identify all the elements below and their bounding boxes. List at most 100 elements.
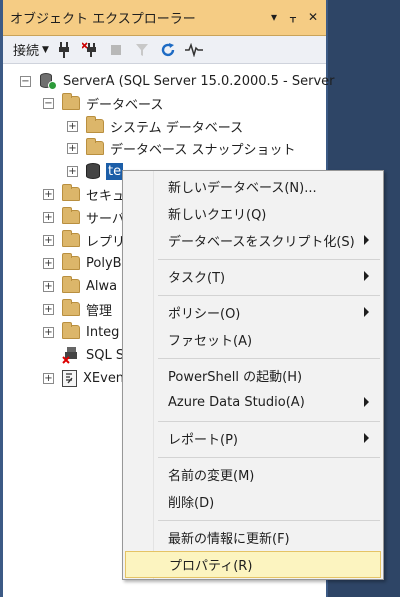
menu-item-label: 削除(D) bbox=[168, 496, 215, 511]
selected-db-label: te bbox=[106, 162, 124, 180]
tree-node-selected-db[interactable]: + te bbox=[67, 160, 124, 182]
folder-icon bbox=[62, 253, 80, 270]
tree-node-server-objects[interactable]: + サーバ bbox=[43, 206, 125, 228]
menu-item-label: Azure Data Studio(A) bbox=[168, 395, 305, 410]
chevron-down-icon: ▼ bbox=[42, 44, 49, 55]
menu-separator bbox=[158, 520, 380, 521]
menu-item-label: 最新の情報に更新(F) bbox=[168, 532, 290, 547]
menu-item-label: 新しいデータベース(N)... bbox=[168, 181, 317, 196]
databases-label: データベース bbox=[86, 97, 164, 113]
menu-separator bbox=[158, 358, 380, 359]
menu-item-properties[interactable]: プロパティ(R) bbox=[125, 551, 381, 578]
folder-icon bbox=[62, 299, 80, 316]
menu-item-policies[interactable]: ポリシー(O) bbox=[125, 299, 381, 326]
expand-icon[interactable]: + bbox=[67, 120, 78, 132]
expand-icon[interactable]: + bbox=[67, 142, 78, 154]
submenu-arrow-icon bbox=[364, 271, 369, 281]
security-label: セキュ bbox=[86, 188, 126, 204]
expand-icon[interactable]: + bbox=[43, 257, 54, 269]
menu-item-azure-data-studio[interactable]: Azure Data Studio(A) bbox=[125, 389, 381, 416]
dropdown-icon[interactable]: ▾ bbox=[265, 8, 283, 26]
menu-item-label: ファセット(A) bbox=[168, 334, 253, 349]
folder-icon bbox=[86, 138, 104, 155]
pin-icon[interactable]: ᚁ bbox=[284, 8, 302, 26]
system-db-label: システム データベース bbox=[110, 120, 244, 136]
connect-button[interactable]: 接続 ▼ bbox=[13, 40, 49, 59]
tree-node-databases[interactable]: − データベース bbox=[43, 92, 163, 114]
collapse-icon[interactable]: − bbox=[43, 97, 54, 109]
server-label: ServerA (SQL Server 15.0.2000.5 - Server bbox=[63, 73, 335, 89]
folder-icon bbox=[62, 322, 80, 339]
tree-node-sql-agent[interactable]: SQL S bbox=[62, 344, 124, 366]
menu-item-powershell[interactable]: PowerShell の起動(H) bbox=[125, 362, 381, 389]
integration-label: Integ bbox=[86, 324, 120, 340]
sql-agent-label: SQL S bbox=[86, 347, 125, 363]
menu-item-facets[interactable]: ファセット(A) bbox=[125, 326, 381, 353]
menu-separator bbox=[158, 295, 380, 296]
expand-icon[interactable]: + bbox=[43, 280, 54, 292]
expand-icon[interactable]: + bbox=[43, 326, 54, 338]
menu-item-rename[interactable]: 名前の変更(M) bbox=[125, 461, 381, 488]
context-menu: 新しいデータベース(N)... 新しいクエリ(Q) データベースをスクリプト化(… bbox=[122, 170, 384, 580]
close-icon[interactable]: ✕ bbox=[304, 8, 322, 26]
menu-item-reports[interactable]: レポート(P) bbox=[125, 425, 381, 452]
connect-label: 接続 bbox=[13, 44, 40, 59]
submenu-arrow-icon bbox=[364, 397, 369, 407]
folder-icon bbox=[62, 184, 80, 201]
tree-node-polybase[interactable]: + PolyB bbox=[43, 252, 122, 274]
tree-node-security[interactable]: + セキュ bbox=[43, 183, 125, 205]
tree-node-snapshots[interactable]: + データベース スナップショット bbox=[67, 137, 295, 159]
tree-node-server[interactable]: − ServerA (SQL Server 15.0.2000.5 - Serv… bbox=[20, 70, 335, 92]
submenu-arrow-icon bbox=[364, 307, 369, 317]
activity-icon[interactable] bbox=[183, 39, 205, 61]
management-label: 管理 bbox=[86, 303, 113, 319]
expand-icon[interactable]: + bbox=[43, 303, 54, 315]
menu-item-label: 新しいクエリ(Q) bbox=[168, 208, 267, 223]
polybase-label: PolyB bbox=[86, 255, 122, 271]
menu-item-script-database[interactable]: データベースをスクリプト化(S) bbox=[125, 227, 381, 254]
tree-node-system-databases[interactable]: + システム データベース bbox=[67, 115, 243, 137]
tree-node-integration[interactable]: + Integ bbox=[43, 321, 119, 343]
menu-item-new-query[interactable]: 新しいクエリ(Q) bbox=[125, 200, 381, 227]
tree-node-management[interactable]: + 管理 bbox=[43, 298, 112, 320]
expand-icon[interactable]: + bbox=[43, 234, 54, 246]
menu-item-label: タスク(T) bbox=[168, 271, 226, 286]
expand-icon[interactable]: + bbox=[43, 188, 54, 200]
xevent-label: XEven bbox=[83, 370, 125, 386]
menu-item-label: データベースをスクリプト化(S) bbox=[168, 235, 355, 250]
stop-icon[interactable] bbox=[105, 39, 127, 61]
snapshots-label: データベース スナップショット bbox=[110, 142, 296, 158]
expand-icon[interactable]: + bbox=[43, 372, 54, 384]
menu-item-label: プロパティ(R) bbox=[169, 559, 253, 574]
plug-icon[interactable] bbox=[53, 39, 75, 61]
sql-agent-icon bbox=[62, 346, 80, 364]
menu-separator bbox=[158, 457, 380, 458]
disconnect-icon[interactable] bbox=[79, 39, 101, 61]
toolbar: 接続 ▼ bbox=[3, 36, 326, 64]
expand-icon[interactable]: + bbox=[67, 165, 78, 177]
menu-item-label: レポート(P) bbox=[168, 433, 238, 448]
menu-item-delete[interactable]: 削除(D) bbox=[125, 488, 381, 515]
menu-item-tasks[interactable]: タスク(T) bbox=[125, 263, 381, 290]
menu-item-label: ポリシー(O) bbox=[168, 307, 241, 322]
folder-icon bbox=[62, 230, 80, 247]
menu-item-label: PowerShell の起動(H) bbox=[168, 370, 303, 385]
expand-icon[interactable]: + bbox=[43, 211, 54, 223]
tree-node-always-on[interactable]: + Alwa bbox=[43, 275, 117, 297]
collapse-icon[interactable]: − bbox=[20, 75, 31, 87]
refresh-icon[interactable] bbox=[157, 39, 179, 61]
folder-icon bbox=[62, 276, 80, 293]
tree-node-replication[interactable]: + レプリ bbox=[43, 229, 125, 251]
filter-icon[interactable] bbox=[131, 39, 153, 61]
menu-item-label: 名前の変更(M) bbox=[168, 469, 255, 484]
database-icon bbox=[86, 163, 100, 179]
menu-separator bbox=[158, 259, 380, 260]
tree-node-xevent[interactable]: + XEven bbox=[43, 367, 124, 389]
menu-item-refresh[interactable]: 最新の情報に更新(F) bbox=[125, 524, 381, 551]
panel-title-bar: オブジェクト エクスプローラー ▾ ᚁ ✕ bbox=[3, 0, 326, 36]
folder-icon bbox=[62, 207, 80, 224]
always-on-label: Alwa bbox=[86, 278, 118, 294]
folder-icon bbox=[86, 116, 104, 133]
menu-item-new-database[interactable]: 新しいデータベース(N)... bbox=[125, 173, 381, 200]
xevent-profiler-icon bbox=[62, 369, 77, 387]
